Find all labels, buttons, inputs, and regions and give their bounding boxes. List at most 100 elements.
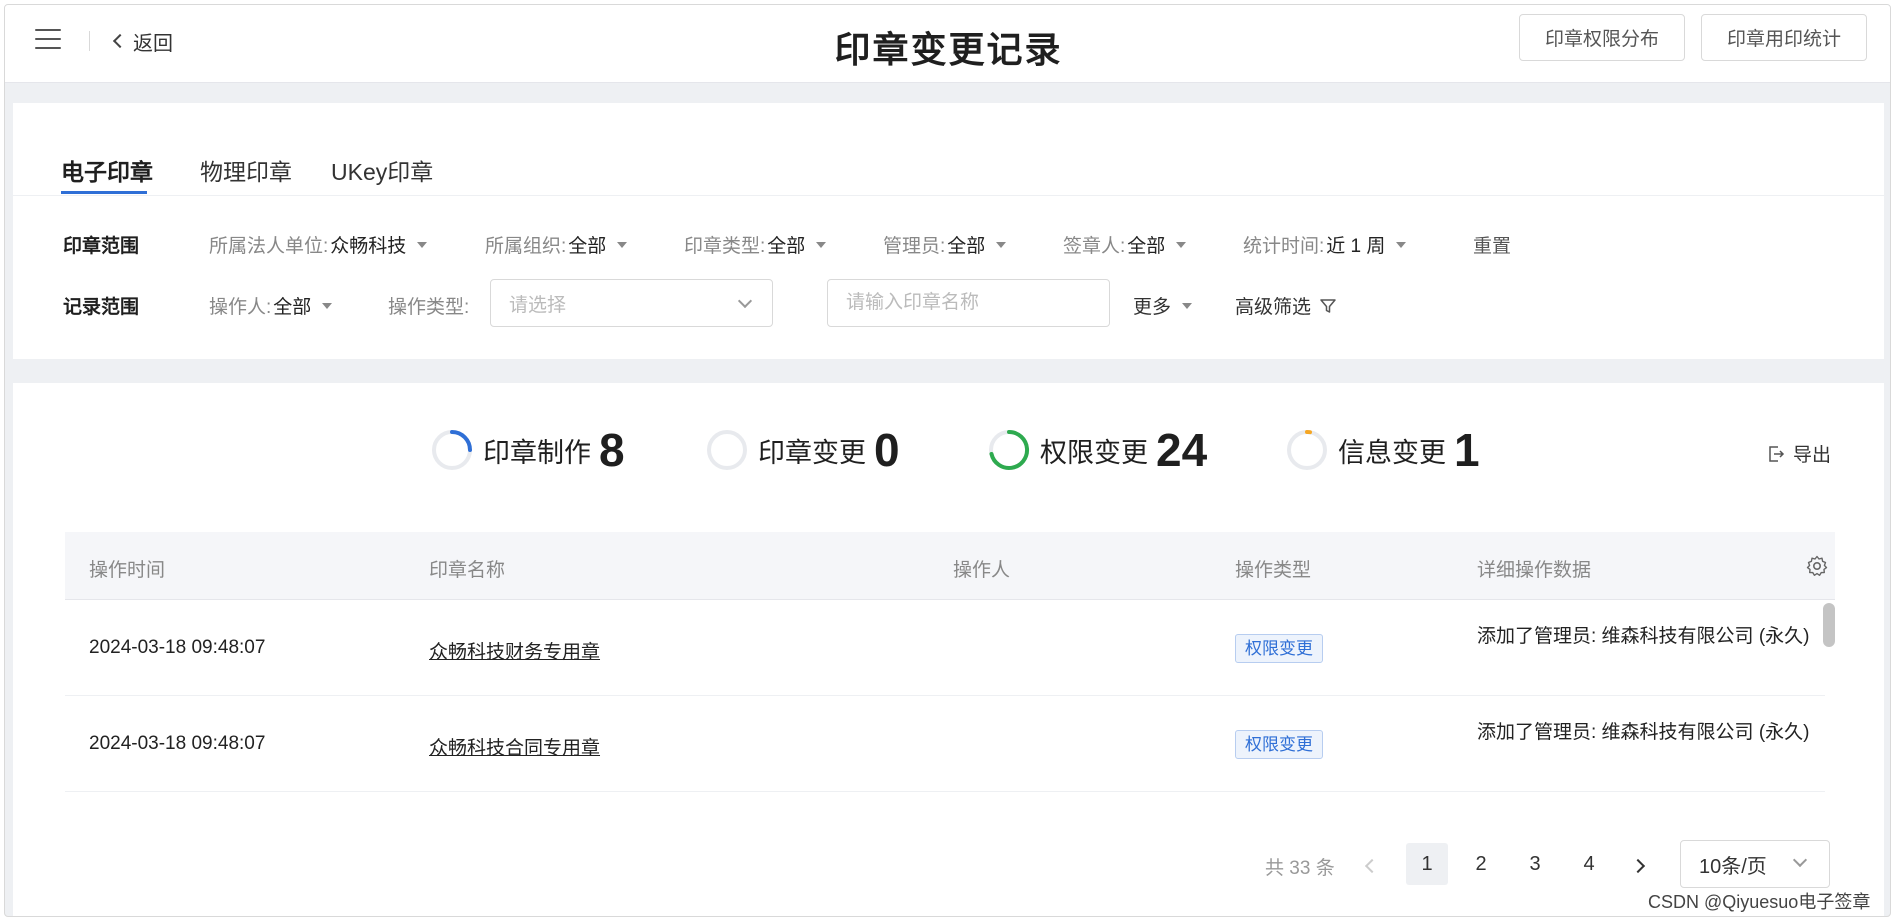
header-divider: [89, 31, 90, 51]
stat-label: 权限变更: [1040, 437, 1148, 468]
caret-down-icon: [1396, 241, 1407, 248]
stat-count: 8: [599, 424, 625, 476]
caret-down-icon: [617, 241, 628, 248]
caret-down-icon: [417, 241, 428, 248]
chevron-down-icon: [737, 293, 753, 309]
seal-type-filter[interactable]: 印章类型: 全部: [684, 231, 827, 258]
back-button[interactable]: 返回: [112, 27, 173, 55]
filter-label: 统计时间:: [1243, 236, 1325, 257]
org-filter[interactable]: 所属组织: 全部: [485, 231, 628, 258]
table-row: 2024-03-18 09:48:07 众畅科技财务专用章 权限变更 添加了管理…: [65, 600, 1825, 696]
page-2-button[interactable]: 2: [1460, 843, 1502, 885]
col-operator: 操作人: [953, 560, 1011, 581]
more-filters-button[interactable]: 更多: [1133, 292, 1193, 319]
select-placeholder: 请选择: [509, 294, 567, 316]
op-type-tag: 权限变更: [1235, 634, 1323, 663]
page-3-button[interactable]: 3: [1514, 843, 1556, 885]
col-op-type: 操作类型: [1235, 560, 1312, 581]
filter-label: 操作类型:: [388, 297, 470, 318]
seal-scope-label: 印章范围: [63, 236, 140, 257]
seal-permission-button[interactable]: 印章权限分布: [1519, 14, 1685, 61]
filter-label: 操作人:: [209, 297, 272, 318]
cell-seal-name-link[interactable]: 众畅科技财务专用章: [429, 637, 600, 664]
stat-seal-change[interactable]: 印章变更 0: [706, 423, 900, 477]
export-button[interactable]: 导出: [1767, 440, 1831, 467]
seal-type-tabs: 电子印章 物理印章 UKey印章: [13, 103, 1884, 196]
op-type-tag: 权限变更: [1235, 730, 1323, 759]
col-detail: 详细操作数据: [1477, 560, 1592, 581]
cell-op-time: 2024-03-18 09:48:07: [89, 637, 266, 658]
top-header: 返回 印章变更记录 印章权限分布 印章用印统计: [5, 5, 1890, 83]
filter-label: 所属法人单位:: [209, 236, 329, 257]
filter-funnel-icon: [1320, 298, 1336, 313]
stat-time-filter[interactable]: 统计时间: 近 1 周: [1243, 231, 1407, 258]
column-settings-gear-icon[interactable]: [1805, 554, 1829, 578]
stat-count: 1: [1454, 424, 1480, 476]
stat-label: 印章变更: [758, 437, 866, 468]
stat-count: 0: [874, 424, 900, 476]
admin-filter[interactable]: 管理员: 全部: [883, 231, 1007, 258]
stat-permission-change[interactable]: 权限变更 24: [988, 423, 1207, 477]
seal-name-search-input[interactable]: [827, 279, 1110, 327]
chevron-left-icon: [112, 33, 128, 49]
filter-value: 全部: [767, 236, 806, 257]
prev-page-icon[interactable]: [1364, 858, 1380, 874]
caret-down-icon: [1182, 302, 1193, 309]
filter-label: 签章人:: [1063, 236, 1126, 257]
operator-filter[interactable]: 操作人: 全部: [209, 292, 333, 319]
export-icon: [1769, 445, 1785, 462]
cell-op-time: 2024-03-18 09:48:07: [89, 733, 266, 754]
chevron-down-icon: [1792, 852, 1808, 868]
app-window: 返回 印章变更记录 印章权限分布 印章用印统计 电子印章 物理印章 UKey印章…: [4, 4, 1891, 917]
page-size-select[interactable]: 10条/页: [1680, 840, 1830, 888]
stat-seal-creation[interactable]: 印章制作 8: [431, 423, 625, 477]
progress-ring-icon: [1287, 429, 1327, 470]
seal-usage-stats-button[interactable]: 印章用印统计: [1701, 14, 1867, 61]
page-4-button[interactable]: 4: [1568, 843, 1610, 885]
cell-detail: 添加了管理员: 维森科技有限公司 (永久): [1477, 626, 1810, 647]
caret-down-icon: [816, 241, 827, 248]
signer-filter[interactable]: 签章人: 全部: [1063, 231, 1187, 258]
filter-value: 全部: [568, 236, 607, 257]
filter-value: 全部: [1127, 236, 1166, 257]
tab-ukey-seal[interactable]: UKey印章: [331, 153, 433, 187]
stat-label: 信息变更: [1338, 437, 1446, 468]
page-1-button[interactable]: 1: [1406, 843, 1448, 885]
filter-label: 印章类型:: [684, 236, 766, 257]
caret-down-icon: [322, 302, 333, 309]
col-seal-name: 印章名称: [429, 560, 506, 581]
caret-down-icon: [1176, 241, 1187, 248]
records-table: 操作时间 印章名称 操作人 操作类型 详细操作数据 2024-03-18 09:…: [65, 532, 1835, 792]
filter-label: 所属组织:: [485, 236, 567, 257]
export-label: 导出: [1793, 445, 1832, 466]
filter-value: 近 1 周: [1326, 236, 1386, 257]
op-type-label: 操作类型:: [388, 292, 469, 319]
caret-down-icon: [996, 241, 1007, 248]
table-row: 2024-03-18 09:48:07 众畅科技合同专用章 权限变更 添加了管理…: [65, 696, 1825, 792]
advanced-filter-button[interactable]: 高级筛选: [1235, 292, 1337, 319]
filter-value: 全部: [273, 297, 312, 318]
menu-icon[interactable]: [35, 29, 61, 51]
tab-electronic-seal[interactable]: 电子印章: [61, 153, 153, 187]
back-label: 返回: [133, 32, 173, 55]
filter-value: 全部: [947, 236, 986, 257]
filter-panel: 电子印章 物理印章 UKey印章 印章范围 所属法人单位: 众畅科技 所属组织:…: [13, 103, 1884, 359]
stat-count: 24: [1156, 424, 1208, 476]
reset-button[interactable]: 重置: [1473, 231, 1511, 258]
next-page-icon[interactable]: [1630, 858, 1646, 874]
stat-info-change[interactable]: 信息变更 1: [1286, 423, 1480, 477]
op-type-select[interactable]: 请选择: [490, 279, 773, 327]
col-op-time: 操作时间: [89, 560, 166, 581]
more-label: 更多: [1133, 297, 1172, 318]
records-panel: 印章制作 8 印章变更 0 权限变更 24 信息变更 1 导出 操作时间 印章名…: [13, 383, 1884, 916]
progress-ring-icon: [707, 430, 747, 470]
legal-unit-filter[interactable]: 所属法人单位: 众畅科技: [209, 231, 428, 258]
filter-value: 众畅科技: [330, 236, 407, 257]
stat-label: 印章制作: [483, 437, 591, 468]
progress-ring-icon: [989, 429, 1030, 470]
table-scrollbar[interactable]: [1823, 603, 1835, 647]
tab-physical-seal[interactable]: 物理印章: [200, 153, 292, 187]
watermark: CSDN @Qiyuesuo电子签章: [1648, 892, 1871, 912]
cell-seal-name-link[interactable]: 众畅科技合同专用章: [429, 733, 600, 760]
active-tab-indicator: [61, 191, 147, 194]
